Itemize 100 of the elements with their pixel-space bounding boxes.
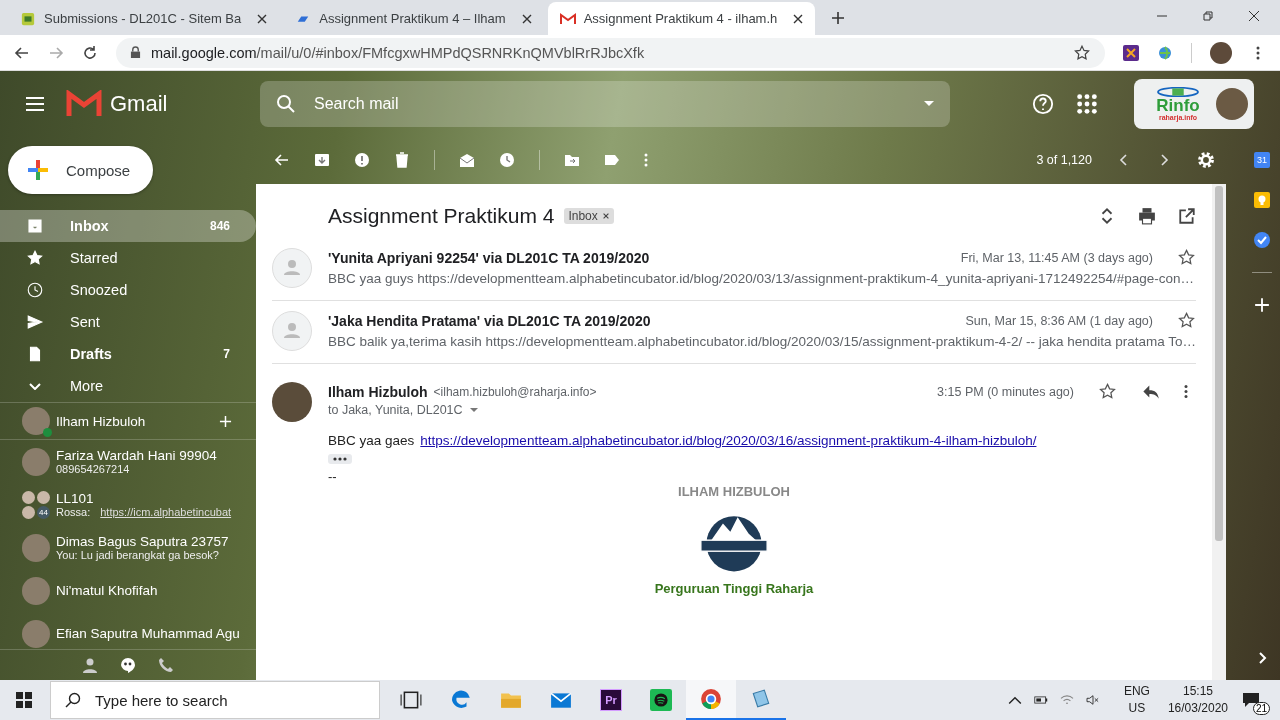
avatar <box>22 619 50 648</box>
search-input[interactable]: Search mail <box>312 93 908 114</box>
menu-icon[interactable] <box>26 96 44 111</box>
close-icon[interactable] <box>521 13 532 24</box>
plus-icon[interactable] <box>219 414 232 428</box>
globe-icon[interactable] <box>1157 44 1173 61</box>
page-count: 3 of 1,120 <box>1036 153 1092 167</box>
chat-link[interactable]: https://icm.alphabetincubat <box>100 506 232 518</box>
phone-icon[interactable] <box>158 657 174 673</box>
profile-avatar[interactable] <box>1210 41 1232 64</box>
settings-icon[interactable] <box>1196 150 1216 170</box>
archive-icon[interactable] <box>314 152 330 168</box>
clock-time[interactable]: 15:15 <box>1182 683 1213 700</box>
start-icon[interactable] <box>16 692 32 708</box>
chat-user-name: Ilham Hizbuloh <box>56 413 147 429</box>
restore-icon[interactable] <box>1202 10 1214 22</box>
clock-icon[interactable] <box>499 152 515 168</box>
calendar-icon[interactable]: 31 <box>1254 152 1270 168</box>
notifications-button[interactable]: 21 <box>1242 685 1270 715</box>
sender-avatar <box>272 382 312 422</box>
signature-organization: Perguruan Tinggi Raharja <box>654 581 814 596</box>
folder-icon[interactable] <box>564 152 580 168</box>
chat-item[interactable]: Fariza Wardah Hani 99904 089654267214 <box>0 440 256 483</box>
message-link[interactable]: https://developmentteam.alphabetincubator.id/blog/2020/03/16/assignment-praktikum-4-ilham-hizbuloh/ <box>420 433 1037 448</box>
search-bar[interactable]: Search mail <box>260 80 950 127</box>
premiere-taskbar-button[interactable]: Pr <box>586 680 636 720</box>
language-indicator[interactable]: ENG <box>1123 683 1150 700</box>
chrome-taskbar-button[interactable] <box>686 680 736 720</box>
site-icon <box>20 11 36 26</box>
close-icon[interactable] <box>1248 10 1260 22</box>
checkmark-icon[interactable] <box>1254 232 1270 248</box>
star-icon[interactable] <box>1177 311 1196 330</box>
back-icon[interactable] <box>274 152 290 168</box>
compose-button[interactable]: Compose <box>8 146 153 194</box>
more-icon[interactable] <box>1184 382 1188 401</box>
reload-icon[interactable] <box>82 44 98 61</box>
star-icon[interactable] <box>1177 248 1196 267</box>
message-body: BBC yaa gaes <box>328 433 415 448</box>
sidebar-item[interactable]: Sent <box>0 306 256 338</box>
help-icon[interactable] <box>1032 92 1054 115</box>
close-icon[interactable] <box>257 13 268 24</box>
plus-icon <box>26 158 50 182</box>
sender-email: <ilham.hizbuloh@raharja.info> <box>433 384 597 399</box>
taskbar-search-input[interactable]: Type here to search <box>93 690 365 710</box>
taskbar-search-bar[interactable]: Type here to search <box>50 681 380 719</box>
clock-date[interactable]: 16/03/2020 <box>1167 700 1228 717</box>
star-icon[interactable] <box>1073 43 1091 62</box>
search-icon <box>276 93 296 114</box>
chevron-down-icon <box>29 382 41 390</box>
chat-item[interactable]: 44 LL101 Rossa: https://icm.alphabetincubat <box>0 483 256 526</box>
chat-item[interactable]: Efian Saputra Muhammad Agu <box>0 612 256 649</box>
browser-tab[interactable]: Submissions - DL201C - Sitem Ba <box>8 2 280 35</box>
back-icon[interactable] <box>14 44 30 61</box>
close-icon[interactable] <box>793 13 804 24</box>
plus-icon[interactable] <box>1254 297 1270 313</box>
extension-icon[interactable] <box>1123 44 1139 61</box>
avatar <box>22 533 50 562</box>
new-window-icon[interactable] <box>1178 207 1196 225</box>
report-spam-icon[interactable] <box>354 152 370 168</box>
apps-grid-icon[interactable] <box>1076 92 1098 115</box>
print-icon[interactable] <box>1138 207 1156 225</box>
wifi-icon[interactable] <box>1059 694 1074 706</box>
new-tab-icon[interactable] <box>831 11 846 25</box>
avatar <box>22 490 35 504</box>
browser-tab[interactable]: Assignment Praktikum 4 - ilham.h <box>547 2 816 35</box>
scrollbar-thumb[interactable] <box>1215 186 1223 541</box>
speaker-muted-icon[interactable] <box>1085 694 1100 706</box>
chat-item[interactable]: Dimas Bagus Saputra 23757 You: Lu jadi berangkat ga besok? <box>0 526 256 569</box>
person-icon[interactable] <box>82 657 98 673</box>
dropdown-icon[interactable] <box>924 101 934 106</box>
chevron-up-icon[interactable] <box>1007 694 1022 706</box>
avatar <box>22 447 50 476</box>
address-field[interactable]: mail.google.com/mail/u/0/#inbox/FMfcgxwHMPdQSRNRKnQMVblRrRJbcXfk <box>116 37 1105 68</box>
premiere-icon: Pr <box>600 689 622 711</box>
send-icon <box>26 313 44 331</box>
dropdown-icon[interactable] <box>469 408 478 412</box>
region-indicator[interactable]: US <box>1128 700 1146 717</box>
gmail-logo-text: Gmail <box>110 90 168 117</box>
battery-icon[interactable] <box>1033 694 1048 706</box>
account-logo-text: Rinfo <box>1156 96 1200 114</box>
sidebar-item[interactable]: Inbox 846 <box>0 210 256 242</box>
chat-bubble-icon[interactable] <box>120 657 136 673</box>
message-date: 3:15 PM (0 minutes ago) <box>937 384 1074 399</box>
sender-name: 'Yunita Apriyani 92254' via DL201C TA 2019/2020 <box>328 249 650 266</box>
tag-icon[interactable] <box>604 152 620 168</box>
sidebar-item[interactable]: Drafts 7 <box>0 338 256 370</box>
more-item[interactable]: More <box>0 370 256 402</box>
recipients: to Jaka, Yunita, DL201C <box>328 403 463 417</box>
star-icon[interactable] <box>1098 382 1117 401</box>
star-icon <box>26 249 44 267</box>
label-chip[interactable]: Inbox <box>564 208 614 224</box>
chat-item[interactable]: Ni'matul Khofifah <box>0 569 256 612</box>
account-avatar[interactable] <box>1216 87 1248 120</box>
browser-tab[interactable]: Assignment Praktikum 4 – Ilham <box>283 2 544 35</box>
trash-icon[interactable] <box>394 152 410 168</box>
sidebar-item[interactable]: Starred <box>0 242 256 274</box>
signature-name: ILHAM HIZBULOH <box>678 484 790 499</box>
sidebar-item[interactable]: Snoozed <box>0 274 256 306</box>
close-icon[interactable] <box>601 212 610 220</box>
show-trimmed-icon[interactable] <box>328 454 352 464</box>
